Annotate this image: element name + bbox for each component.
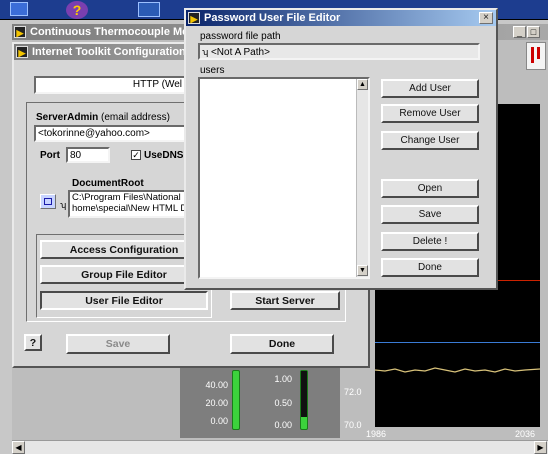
- left-gauge-bar: [232, 370, 240, 430]
- close-icon[interactable]: ×: [479, 12, 493, 24]
- chart-blue-line: [375, 342, 540, 343]
- password-path-text: <Not A Path>: [210, 47, 270, 58]
- thermo-window-title: Continuous Thermocouple Meas: [30, 26, 201, 38]
- browse-folder-icon[interactable]: [40, 194, 56, 209]
- left-scale-1: 20.00: [205, 398, 228, 408]
- access-configuration-label: Access Configuration: [69, 243, 179, 256]
- help-button-label: ?: [29, 336, 37, 349]
- thermometer-icon: [526, 42, 546, 70]
- access-configuration-button[interactable]: Access Configuration: [40, 240, 208, 259]
- user-file-editor-button[interactable]: User File Editor: [40, 291, 208, 310]
- itk-window-title: Internet Toolkit Configuration: [32, 46, 186, 58]
- port-field-text: 80: [70, 150, 82, 161]
- password-editor-title: Password User File Editor: [204, 12, 341, 24]
- chart-xlabel-start: 1986: [366, 429, 387, 439]
- open-label: Open: [417, 183, 443, 194]
- usedns-label: UseDNS: [144, 150, 184, 161]
- serveradmin-label: ServerAdmin (email address): [36, 112, 170, 123]
- path-prefix-icon: ʮ: [202, 47, 209, 57]
- email-field-text: <tokorinne@yahoo.com>: [38, 128, 150, 139]
- scroll-right-icon[interactable]: ▶: [534, 441, 547, 454]
- chart-trace: [375, 367, 540, 373]
- right-gauge-scale: 1.00 0.50 0.00: [256, 374, 296, 430]
- horizontal-scrollbar[interactable]: ◀ ▶: [12, 440, 548, 454]
- docroot-line-2: home\special\New HTML Do: [72, 203, 186, 214]
- usedns-checkbox[interactable]: ✓: [131, 150, 141, 160]
- chart-ytick-2: 70.0: [344, 420, 362, 430]
- change-user-label: Change User: [400, 135, 460, 146]
- scroll-up-icon[interactable]: ▲: [357, 79, 368, 90]
- left-scale-2: 0.00: [210, 416, 228, 426]
- help-button[interactable]: ?: [24, 334, 42, 351]
- chart-ytick-1: 72.0: [344, 387, 362, 397]
- right-scale-0: 1.00: [274, 374, 292, 384]
- itk-save-button[interactable]: Save: [66, 334, 170, 354]
- password-editor-titlebar[interactable]: ▶ Password User File Editor: [186, 10, 496, 26]
- right-scale-2: 0.00: [274, 420, 292, 430]
- password-path-label: password file path: [200, 31, 281, 42]
- start-server-label: Start Server: [255, 294, 315, 307]
- minimize-icon[interactable]: _: [513, 26, 526, 38]
- delete-label: Delete !: [412, 236, 448, 247]
- port-field[interactable]: 80: [66, 147, 110, 163]
- email-field[interactable]: <tokorinne@yahoo.com>: [34, 125, 186, 142]
- users-listbox[interactable]: ▲ ▼: [198, 77, 370, 279]
- labview-icon: ▶: [14, 26, 26, 38]
- itk-save-label: Save: [105, 338, 131, 350]
- remove-user-button[interactable]: Remove User: [381, 104, 479, 123]
- remove-user-label: Remove User: [399, 108, 461, 119]
- pwd-save-button[interactable]: Save: [381, 205, 479, 224]
- path-prefix-icon: ʮ: [60, 200, 67, 210]
- chart-xlabel-end: 2036: [515, 429, 536, 439]
- network-icon[interactable]: [138, 2, 160, 17]
- docroot-line-1: C:\Program Files\National I: [72, 192, 186, 203]
- user-file-editor-label: User File Editor: [85, 294, 163, 307]
- pwd-save-label: Save: [418, 209, 442, 220]
- pwd-done-label: Done: [418, 262, 442, 273]
- documentroot-label: DocumentRoot: [72, 178, 144, 189]
- serveradmin-hint: (email address): [101, 112, 170, 123]
- close-glyph: ×: [483, 12, 489, 23]
- delete-button[interactable]: Delete !: [381, 232, 479, 251]
- right-strip: [540, 104, 548, 434]
- labview-icon: ▶: [16, 46, 28, 58]
- add-user-label: Add User: [409, 83, 451, 94]
- add-user-button[interactable]: Add User: [381, 79, 479, 98]
- help-icon[interactable]: ?: [66, 1, 88, 19]
- scroll-down-icon[interactable]: ▼: [357, 265, 368, 276]
- users-label: users: [200, 65, 225, 76]
- scroll-left-icon[interactable]: ◀: [12, 441, 25, 454]
- serveradmin-label-bold: ServerAdmin: [36, 112, 99, 123]
- itk-done-label: Done: [268, 338, 296, 350]
- docroot-field[interactable]: C:\Program Files\National I home\special…: [68, 190, 186, 218]
- change-user-button[interactable]: Change User: [381, 131, 479, 150]
- group-file-editor-label: Group File Editor: [81, 268, 167, 281]
- right-scale-1: 0.50: [274, 398, 292, 408]
- group-file-editor-button[interactable]: Group File Editor: [40, 265, 208, 284]
- password-path-field[interactable]: ʮ <Not A Path>: [198, 43, 480, 60]
- app-icon[interactable]: [10, 2, 28, 16]
- port-label: Port: [40, 150, 60, 161]
- itk-done-button[interactable]: Done: [230, 334, 334, 354]
- right-gauge-bar: [300, 370, 308, 430]
- maximize-icon[interactable]: □: [527, 26, 540, 38]
- start-server-button[interactable]: Start Server: [230, 291, 340, 310]
- http-field[interactable]: HTTP (Wel: [34, 76, 186, 94]
- labview-icon: ▶: [188, 12, 200, 24]
- open-button[interactable]: Open: [381, 179, 479, 198]
- left-scale-0: 40.00: [205, 380, 228, 390]
- pwd-done-button[interactable]: Done: [381, 258, 479, 277]
- users-scrollbar[interactable]: ▲ ▼: [356, 79, 368, 277]
- http-field-text: HTTP (Wel: [132, 79, 182, 90]
- left-gauge-scale: 40.00 20.00 0.00: [188, 380, 228, 434]
